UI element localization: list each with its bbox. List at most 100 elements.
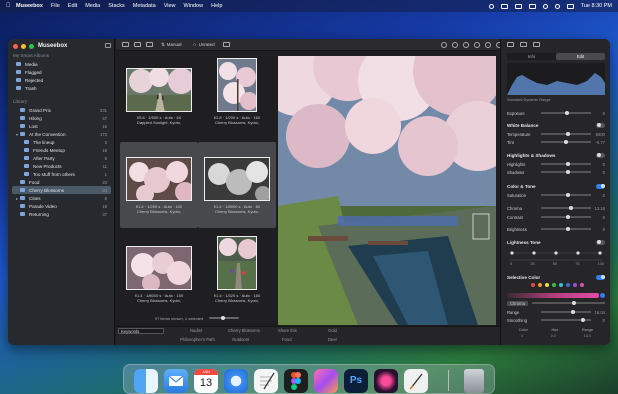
color-swatch[interactable]: [545, 283, 549, 287]
lightroom-icon[interactable]: [374, 369, 398, 393]
menu-file[interactable]: File: [51, 3, 60, 9]
exposure-slider[interactable]: Exposure 0: [507, 109, 605, 117]
color-swatch[interactable]: [573, 283, 577, 287]
figma-icon[interactable]: [284, 369, 308, 393]
color-tone-toggle[interactable]: [596, 183, 605, 189]
menu-stacks[interactable]: Stacks: [108, 3, 125, 9]
lightness-toggle[interactable]: [596, 239, 605, 245]
sidebar-right-icon[interactable]: [507, 42, 514, 47]
menu-metadata[interactable]: Metadata: [133, 3, 156, 9]
menu-app-name[interactable]: Museebox: [16, 3, 43, 9]
thumbnail-image[interactable]: [126, 68, 192, 112]
color-swatch[interactable]: [538, 283, 542, 287]
thumbnail-item[interactable]: f/2.8 · 1/200 s · Auto · 160 Cherry Blos…: [198, 53, 276, 139]
sidebar-item-parade-video[interactable]: Parade Video 19: [12, 202, 111, 210]
zoom-button[interactable]: [29, 44, 34, 49]
thumbnail-item-selected[interactable]: f/1.4 · 1/200 s · Auto · 100 Cherry Blos…: [120, 142, 198, 228]
thumbnail-size-slider[interactable]: [209, 315, 240, 320]
status-icon-c[interactable]: [514, 3, 522, 9]
slider-knob[interactable]: [221, 315, 226, 320]
highlights-toggle[interactable]: [596, 152, 605, 158]
mail-icon[interactable]: [164, 369, 188, 393]
finder-icon[interactable]: [134, 369, 158, 393]
photo-viewer[interactable]: [278, 56, 496, 325]
sidebar-item-after-party[interactable]: After Party 5: [12, 154, 111, 162]
contrast-slider[interactable]: Contrast 0: [507, 213, 605, 221]
hue-gradient-bar[interactable]: [507, 293, 599, 298]
sort-dropdown[interactable]: ⇅ Manual: [158, 41, 185, 49]
color-swatch[interactable]: [531, 283, 535, 287]
keywords-field[interactable]: Keywords: [118, 328, 164, 334]
thumbnail-item[interactable]: f/5.6 · 1/500 s · Auto · 64 Dappled Sunl…: [120, 53, 198, 139]
saturation-slider[interactable]: Saturation 0: [507, 191, 605, 199]
color-swatch[interactable]: [566, 283, 570, 287]
filter-dropdown[interactable]: ☆ Unrated: [190, 41, 218, 49]
tab-info[interactable]: Info: [507, 53, 556, 60]
color-swatch[interactable]: [559, 283, 563, 287]
spotlight-icon[interactable]: [554, 3, 560, 9]
thumbnail-item[interactable]: f/1.4 · 1/320 s · Auto · 160 Cherry Blos…: [198, 231, 276, 317]
battery-icon[interactable]: [528, 3, 536, 9]
thumbnail-image[interactable]: [126, 246, 192, 290]
sidebar-item-too-stuff[interactable]: Too stuff from others 1: [12, 170, 111, 178]
favorite-icon[interactable]: [463, 41, 469, 48]
info-icon[interactable]: [441, 41, 447, 48]
layout-icon[interactable]: [520, 42, 527, 47]
sidebar-item-new-products[interactable]: New Products 11: [12, 162, 111, 170]
selective-color-toggle[interactable]: [596, 274, 605, 280]
thumbnail-image[interactable]: [217, 58, 257, 112]
shadows-slider[interactable]: Shadows 0: [507, 168, 605, 176]
temperature-slider[interactable]: Temperature 6500: [507, 130, 605, 138]
thumbnail-image[interactable]: [204, 157, 270, 201]
sidebar-item-media[interactable]: Media: [12, 60, 111, 68]
filter-icon[interactable]: [222, 42, 230, 47]
safari-icon[interactable]: [224, 369, 248, 393]
calendar-icon[interactable]: JAN 13: [194, 369, 218, 393]
selected-hue-row[interactable]: Chroma: [507, 299, 605, 307]
status-icon-a[interactable]: [488, 3, 494, 9]
sidebar-item-friends-meetup[interactable]: Friends Meetup 18: [12, 146, 111, 154]
brightness-slider[interactable]: Brightness 0: [507, 225, 605, 233]
compare-icon[interactable]: [474, 41, 480, 48]
sidebar-item-food[interactable]: Food 23: [12, 178, 111, 186]
range-slider[interactable]: Range 16.04: [507, 308, 605, 316]
thumbnail-item[interactable]: f/1.4 · 1/8000 s · Auto · 100 Cherry Blo…: [120, 231, 198, 317]
grid-view-icon[interactable]: [122, 42, 129, 47]
status-icon-b[interactable]: [500, 3, 508, 9]
sidebar-item-rejected[interactable]: Rejected: [12, 76, 111, 84]
share-icon[interactable]: [485, 41, 491, 48]
sidebar-item-at-the-convention[interactable]: ▾ At the Convention 173: [12, 130, 111, 138]
minimize-button[interactable]: [21, 44, 26, 49]
menu-window[interactable]: Window: [184, 3, 204, 9]
hue-picker-dot[interactable]: [600, 293, 605, 298]
sidebar-item-hiking[interactable]: Hiking 47: [12, 114, 111, 122]
list-view-icon[interactable]: [134, 42, 141, 47]
photoshop-icon[interactable]: Ps: [344, 369, 368, 393]
tab-edit[interactable]: Edit: [556, 53, 605, 60]
smoothing-slider[interactable]: Smoothing 0: [507, 316, 605, 324]
white-balance-toggle[interactable]: [596, 122, 605, 128]
sidebar-item-returning[interactable]: Returning 37: [12, 210, 111, 218]
panel-icon[interactable]: [533, 42, 540, 47]
menu-edit[interactable]: Edit: [68, 3, 77, 9]
museebox-icon[interactable]: [314, 369, 338, 393]
sidebar-item-lost[interactable]: Lost 16: [12, 122, 111, 130]
sidebar-toggle-icon[interactable]: [105, 43, 111, 48]
apple-menu-icon[interactable]: : [6, 3, 16, 9]
thumbnail-image[interactable]: [126, 157, 192, 201]
sidebar-item-cities[interactable]: ▸ Cities 8: [12, 194, 111, 202]
sidebar-item-flagged[interactable]: Flagged: [12, 68, 111, 76]
thumbnail-item-selected[interactable]: f/1.4 · 1/8000 s · Auto · 80 Cherry Blos…: [198, 142, 276, 228]
textedit-icon[interactable]: [254, 369, 278, 393]
wifi-icon[interactable]: [542, 3, 548, 9]
rotate-icon[interactable]: [452, 41, 458, 48]
control-center-icon[interactable]: [566, 3, 574, 9]
trash-icon[interactable]: [464, 369, 484, 393]
color-swatch[interactable]: [552, 283, 556, 287]
color-swatch[interactable]: [580, 283, 584, 287]
sidebar-item-trash[interactable]: Trash: [12, 84, 111, 92]
menu-view[interactable]: View: [164, 3, 176, 9]
menu-clock[interactable]: Tue 8:30 PM: [581, 3, 612, 9]
menu-media[interactable]: Media: [85, 3, 100, 9]
sidebar-item-grand-prix[interactable]: Grand Prix 231: [12, 106, 111, 114]
